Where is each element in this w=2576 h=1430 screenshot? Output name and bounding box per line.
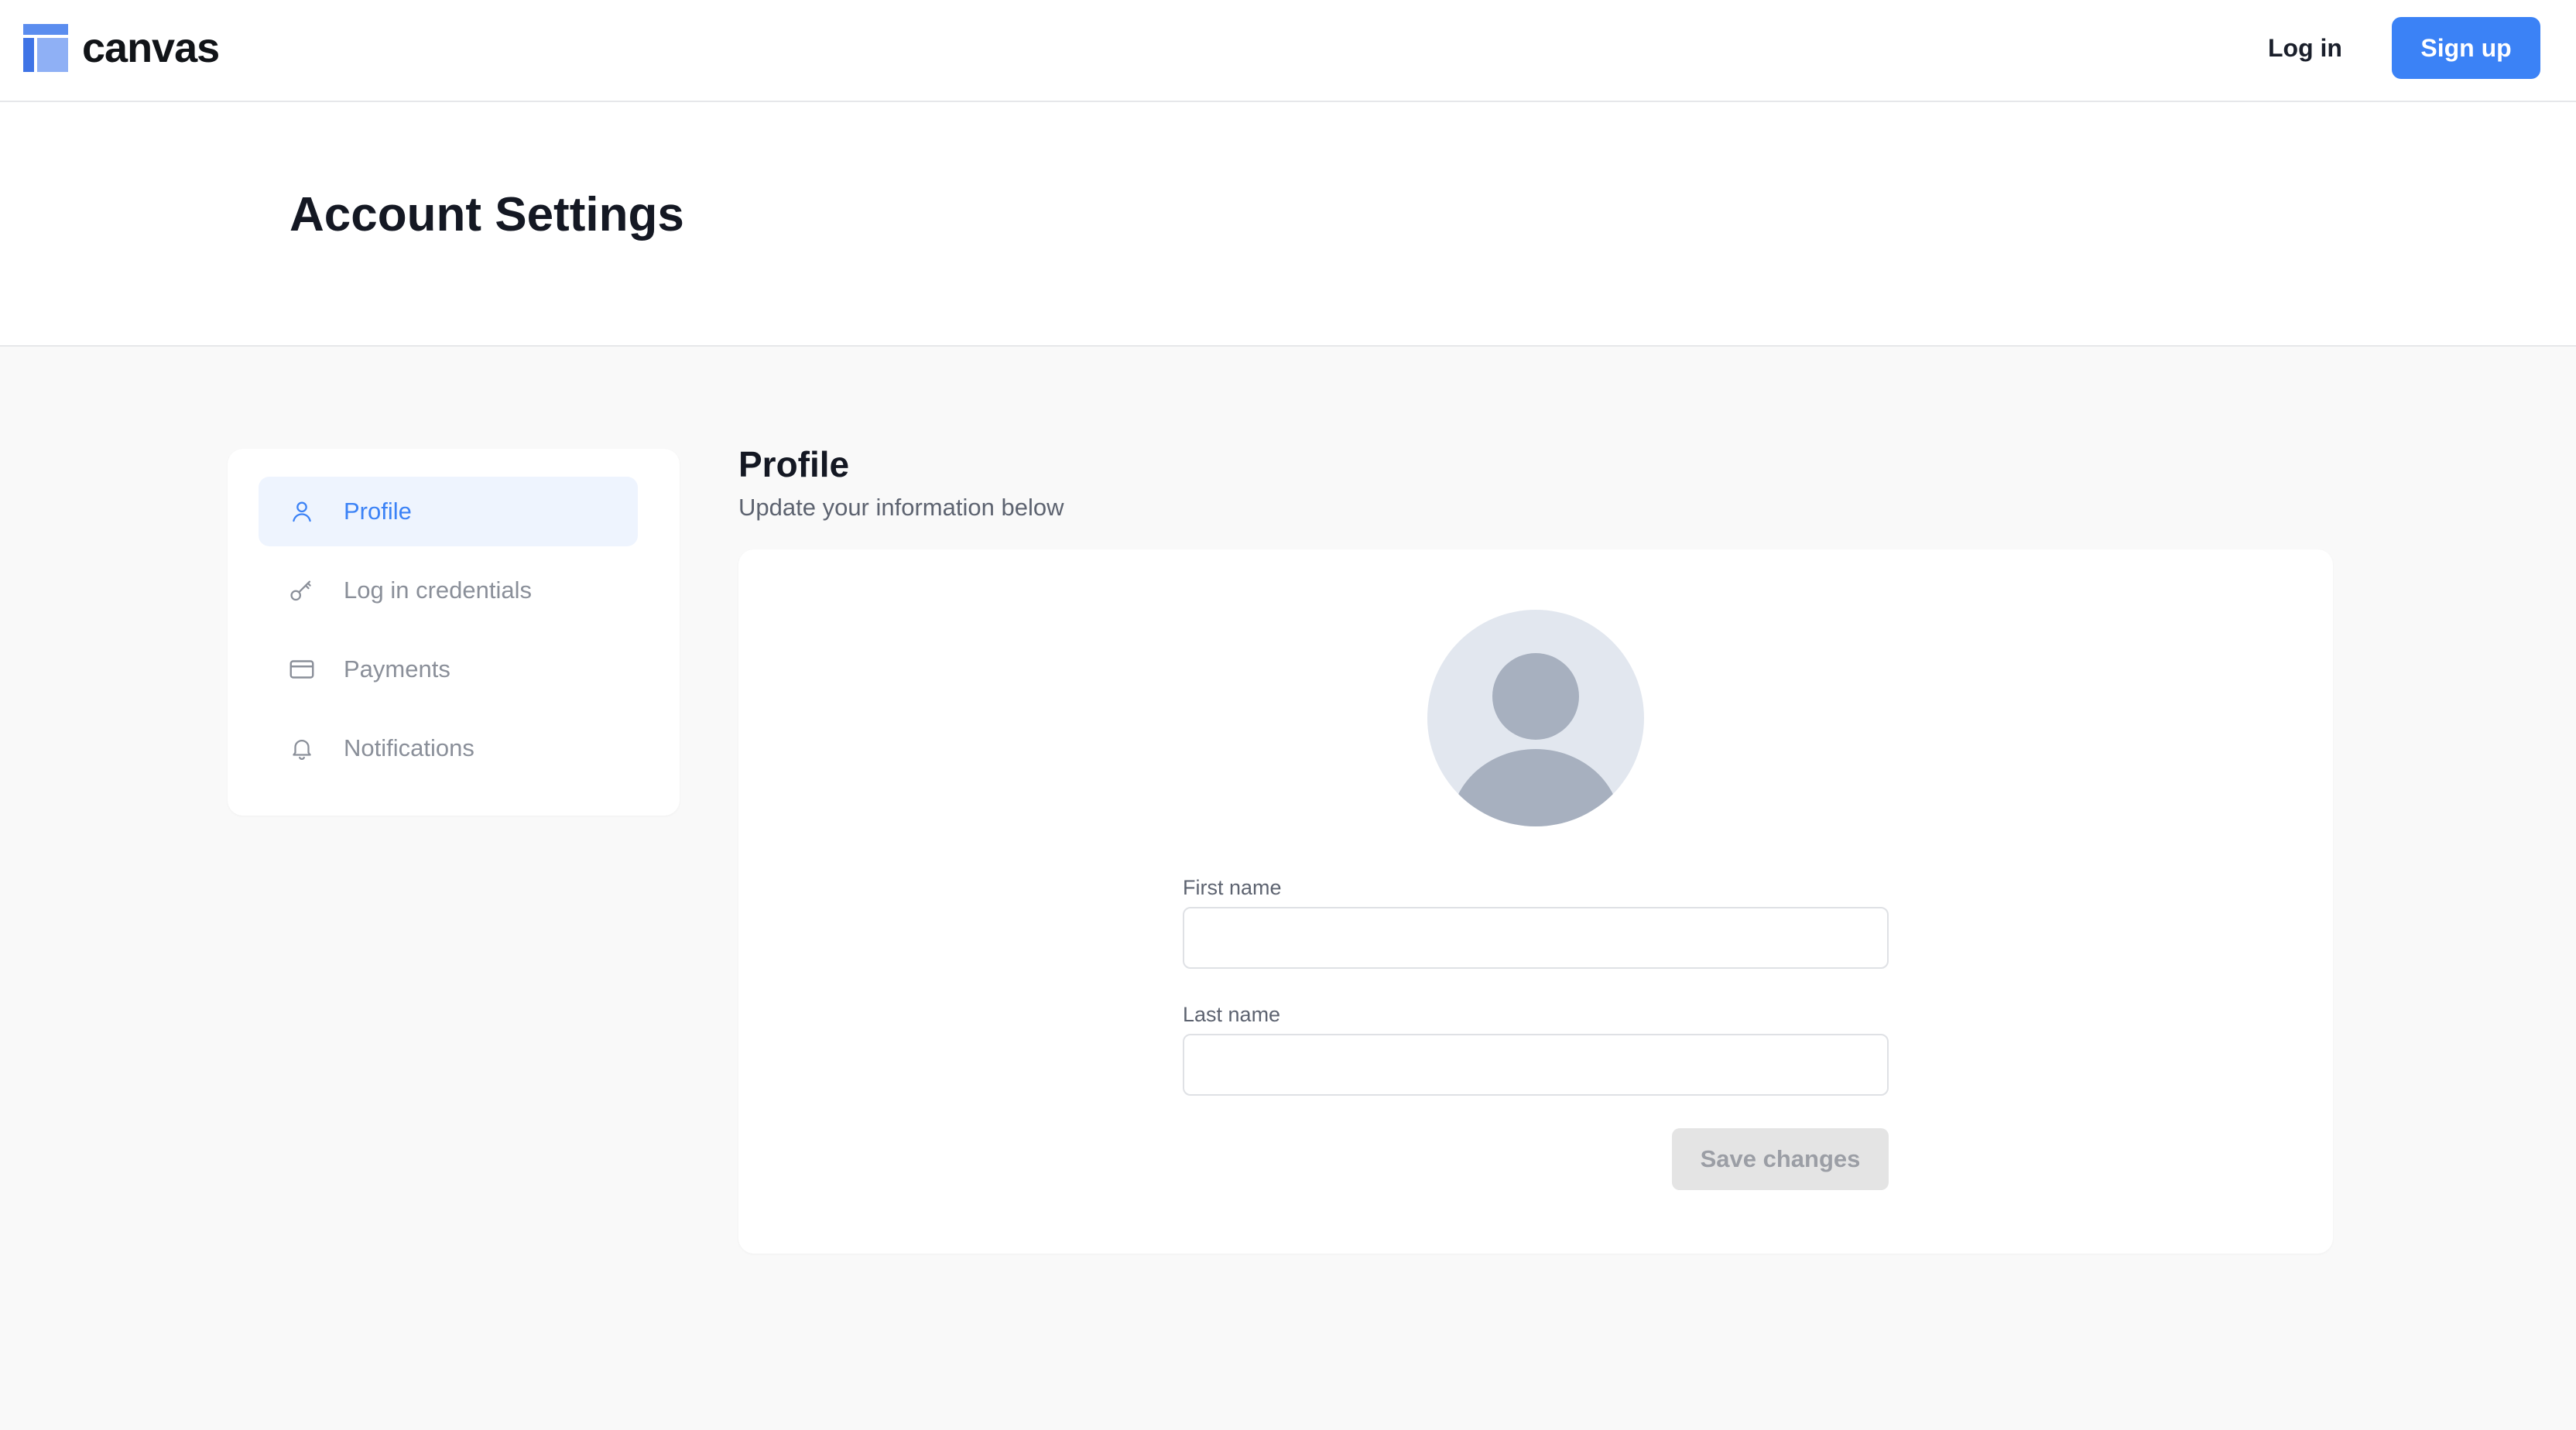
sidebar-item-label: Profile	[344, 498, 412, 525]
sidebar-item-label: Payments	[344, 655, 450, 682]
page-title: Account Settings	[289, 188, 684, 241]
brand-name: canvas	[82, 25, 220, 71]
save-changes-button[interactable]: Save changes	[1672, 1128, 1889, 1190]
last-name-input[interactable]	[1183, 1034, 1889, 1096]
first-name-label: First name	[1183, 876, 1282, 899]
profile-section-subtitle: Update your information below	[738, 494, 1064, 521]
sidebar-item-label: Notifications	[344, 734, 474, 761]
top-navigation-bar: canvas Log in Sign up	[0, 0, 2576, 102]
canvas-logo-icon	[23, 24, 68, 72]
sidebar-item-payments[interactable]: Payments	[259, 635, 638, 704]
sidebar-item-label: Log in credentials	[344, 576, 532, 604]
sidebar-item-login-credentials[interactable]: Log in credentials	[259, 556, 638, 625]
brand-logo[interactable]: canvas	[23, 23, 220, 73]
credit-card-icon	[286, 654, 317, 685]
sidebar-item-notifications[interactable]: Notifications	[259, 713, 638, 783]
key-icon	[286, 575, 317, 606]
profile-section-title: Profile	[738, 444, 850, 484]
user-icon	[286, 496, 317, 527]
sidebar-item-profile[interactable]: Profile	[259, 477, 638, 546]
first-name-input[interactable]	[1183, 907, 1889, 969]
page-header: Account Settings	[0, 102, 2576, 347]
login-link[interactable]: Log in	[2268, 17, 2342, 79]
settings-sidebar: Profile Log in credentials Payments Noti…	[228, 449, 680, 816]
bell-icon	[286, 733, 317, 764]
avatar-placeholder-icon[interactable]	[1427, 610, 1644, 826]
profile-card: First name Last name Save changes	[738, 549, 2333, 1254]
signup-button[interactable]: Sign up	[2392, 17, 2540, 79]
last-name-label: Last name	[1183, 1003, 1281, 1026]
